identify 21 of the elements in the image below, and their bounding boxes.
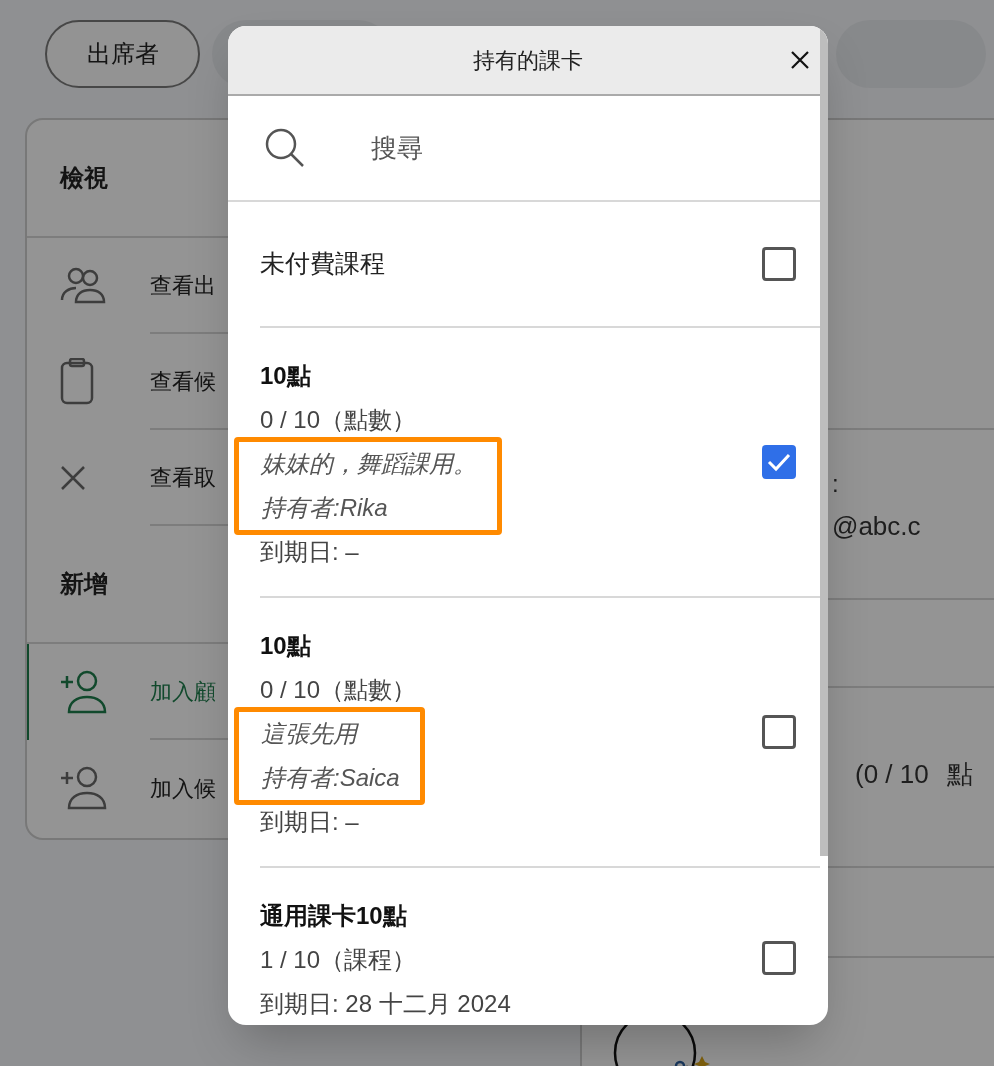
card-note: 妹妹的，舞蹈課用。 — [261, 449, 477, 479]
card-balance: 0 / 10（點數） — [260, 405, 418, 435]
card-balance: 1 / 10（課程） — [260, 945, 418, 975]
card-expiry: 到期日: 28 十二月 2024 — [260, 989, 512, 1019]
card-expiry: 到期日: – — [260, 807, 360, 837]
card-title: 10點 — [260, 631, 312, 661]
email-text: @abc.c — [832, 510, 922, 543]
field-label: : — [832, 469, 840, 499]
card-note: 這張先用 — [261, 719, 360, 749]
section-heading: 檢視 — [60, 163, 108, 193]
dialog-title: 持有的課卡 — [473, 46, 583, 75]
section-heading: 新增 — [60, 569, 108, 599]
unit-text: 點 — [946, 757, 973, 791]
card-holder: 持有者:Saica — [261, 763, 400, 793]
card-expiry: 到期日: – — [260, 537, 360, 567]
card-balance: 0 / 10（點數） — [260, 675, 418, 705]
option-label: 未付費課程 — [260, 248, 385, 280]
card-title: 通用課卡10點 — [260, 901, 408, 931]
card-title: 10點 — [260, 361, 312, 391]
card-holder: 持有者:Rika — [261, 493, 389, 523]
balance-text: (0 / 10 — [855, 757, 929, 791]
